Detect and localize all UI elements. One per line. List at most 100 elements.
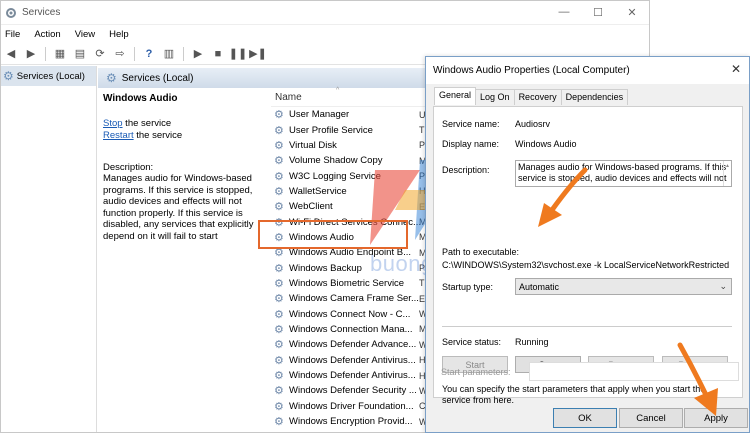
ok-button[interactable]: OK xyxy=(553,408,617,428)
gear-icon: ⚙ xyxy=(274,293,284,306)
startup-type-value: Automatic xyxy=(519,281,560,292)
tab-log-on[interactable]: Log On xyxy=(475,89,515,105)
chevron-down-icon: ⌄ xyxy=(719,281,727,291)
description-scrollbar[interactable]: ▲▼ xyxy=(723,161,731,186)
export-list-icon[interactable]: ⇨ xyxy=(112,46,128,62)
gear-icon: ⚙ xyxy=(106,71,117,85)
display-name-value: Windows Audio xyxy=(515,139,577,149)
start-params-hint: You can specify the start parameters tha… xyxy=(442,384,706,405)
gear-icon: ⚙ xyxy=(274,385,284,398)
tree-item-label: Services (Local) xyxy=(16,70,85,82)
console-tree: ⚙ Services (Local) xyxy=(1,66,97,432)
refresh-icon[interactable]: ⟳ xyxy=(92,46,108,62)
minimize-button[interactable]: — xyxy=(547,1,581,23)
close-button[interactable]: ✕ xyxy=(615,1,649,23)
maximize-button[interactable]: ☐ xyxy=(581,1,615,23)
start-params-label: Start parameters: xyxy=(441,367,511,377)
gear-icon: ⚙ xyxy=(274,323,284,336)
menu-bar: File Action View Help xyxy=(1,25,649,43)
service-row-name: Windows Defender Advance... xyxy=(289,339,417,351)
menu-file[interactable]: File xyxy=(5,29,20,40)
list-item[interactable]: ⚙ Windows Biometric Service T xyxy=(271,276,431,291)
gear-icon: ⚙ xyxy=(274,201,284,214)
pause-icon[interactable]: ❚❚ xyxy=(229,46,247,62)
gear-icon: ⚙ xyxy=(274,185,284,198)
gear-icon: ⚙ xyxy=(3,69,14,83)
restart-link[interactable]: Restart xyxy=(103,130,134,141)
gear-icon: ⚙ xyxy=(274,262,284,275)
restart-icon[interactable]: ▶❚ xyxy=(249,46,267,62)
apply-button[interactable]: Apply xyxy=(684,408,748,428)
service-row-name: Windows Backup xyxy=(289,262,362,274)
console-tree-icon[interactable]: ▦ xyxy=(52,46,68,62)
help-icon[interactable]: ? xyxy=(141,46,157,62)
sort-arrow-icon: ^ xyxy=(336,87,340,94)
title-bar: Services — ☐ ✕ xyxy=(1,1,649,25)
service-row-name: WebClient xyxy=(289,201,333,213)
menu-action[interactable]: Action xyxy=(34,29,60,40)
stop-action: Stop the service xyxy=(103,118,268,130)
service-row-name: User Manager xyxy=(289,109,350,121)
service-row-name: Windows Encryption Provid... xyxy=(289,416,413,428)
list-item[interactable]: ⚙ Windows Defender Security ... W xyxy=(271,383,431,398)
gear-icon: ⚙ xyxy=(274,124,284,137)
description-box[interactable]: Manages audio for Windows-based programs… xyxy=(515,160,732,187)
description-label: Description: xyxy=(103,162,154,173)
startup-type-select[interactable]: Automatic ⌄ xyxy=(515,278,732,295)
list-item[interactable]: ⚙ Windows Connect Now - C... W xyxy=(271,306,431,321)
list-item[interactable]: ⚙ Windows Driver Foundation... C xyxy=(271,399,431,414)
restart-suffix: the service xyxy=(133,130,183,141)
service-row-name: Windows Camera Frame Ser... xyxy=(289,293,419,305)
properties-dialog: Windows Audio Properties (Local Computer… xyxy=(425,56,750,433)
column-name-label: Name xyxy=(275,92,302,103)
column-header-name[interactable]: ^ Name xyxy=(271,87,431,107)
tree-item-services-local[interactable]: ⚙ Services (Local) xyxy=(1,66,96,86)
list-item[interactable]: ⚙ Windows Defender Antivirus... H xyxy=(271,353,431,368)
back-arrow-icon[interactable]: ◀ xyxy=(3,46,19,62)
service-row-name: Virtual Disk xyxy=(289,139,337,151)
service-row-name: User Profile Service xyxy=(289,124,373,136)
properties-icon[interactable]: ▤ xyxy=(72,46,88,62)
start-params-input[interactable] xyxy=(529,362,739,381)
play-icon[interactable]: ▶ xyxy=(190,46,206,62)
show-hide-icon[interactable]: ▥ xyxy=(161,46,177,62)
gear-icon: ⚙ xyxy=(274,354,284,367)
gear-icon: ⚙ xyxy=(274,400,284,413)
service-status-value: Running xyxy=(515,337,549,347)
stop-suffix: the service xyxy=(122,118,172,129)
list-item[interactable]: ⚙ User Manager U xyxy=(271,107,431,122)
service-row-name: Windows Defender Security ... xyxy=(289,385,417,397)
service-row-name: Windows Defender Antivirus... xyxy=(289,370,416,382)
menu-view[interactable]: View xyxy=(75,29,95,40)
stop-link[interactable]: Stop xyxy=(103,118,123,129)
tab-general[interactable]: General xyxy=(434,87,477,105)
list-item[interactable]: ⚙ Windows Defender Advance... W xyxy=(271,337,431,352)
menu-help[interactable]: Help xyxy=(109,29,129,40)
extended-description-pane: Windows Audio Stop the service Restart t… xyxy=(103,93,268,243)
description-label: Description: xyxy=(442,165,490,175)
stop-icon[interactable]: ■ xyxy=(210,46,226,62)
path-value: C:\WINDOWS\System32\svchost.exe -k Local… xyxy=(442,260,730,270)
list-item[interactable]: ⚙ Windows Encryption Provid... W xyxy=(271,414,431,429)
forward-arrow-icon[interactable]: ▶ xyxy=(23,46,39,62)
dialog-tabs: General Log On Recovery Dependencies xyxy=(434,87,629,105)
service-row-name: Windows Connection Mana... xyxy=(289,323,413,335)
gear-icon: ⚙ xyxy=(274,155,284,168)
service-row-name: Windows Biometric Service xyxy=(289,277,405,289)
tab-dependencies[interactable]: Dependencies xyxy=(560,89,629,105)
gear-icon: ⚙ xyxy=(274,170,284,183)
list-item[interactable]: ⚙ Windows Connection Mana... M xyxy=(271,322,431,337)
divider xyxy=(442,326,732,327)
dialog-close-icon[interactable]: ✕ xyxy=(731,62,741,76)
service-status-label: Service status: xyxy=(442,337,502,347)
list-item[interactable]: ⚙ Windows Defender Antivirus... H xyxy=(271,368,431,383)
cancel-button[interactable]: Cancel xyxy=(619,408,683,428)
general-panel: Service name: Audiosrv Display name: Win… xyxy=(433,106,743,405)
path-label: Path to executable: xyxy=(442,247,520,257)
service-row-name: WalletService xyxy=(289,185,347,197)
list-item[interactable]: ⚙ User Profile Service T xyxy=(271,122,431,137)
description-text: Manages audio for Windows-based programs… xyxy=(103,173,254,242)
selected-service-name: Windows Audio xyxy=(103,93,178,104)
tab-recovery[interactable]: Recovery xyxy=(513,89,562,105)
list-item[interactable]: ⚙ Windows Camera Frame Ser... E xyxy=(271,291,431,306)
